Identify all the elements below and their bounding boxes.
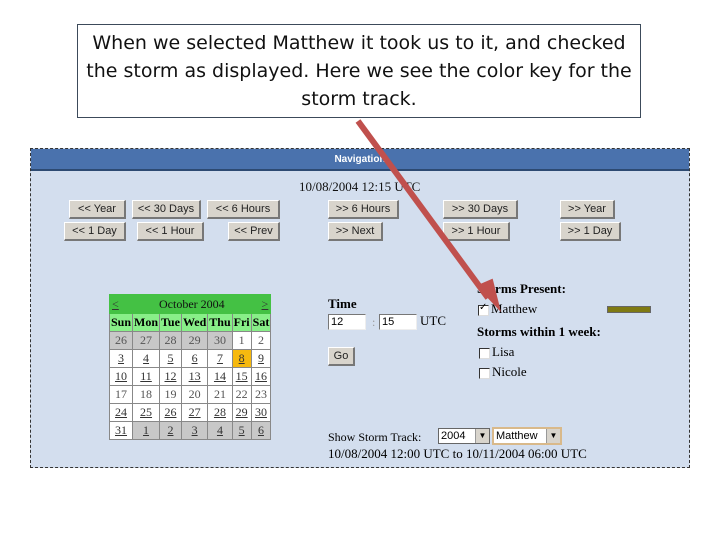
storm-matthew-checkbox[interactable]: ✓	[478, 302, 489, 316]
calendar-day[interactable]: 31	[108, 421, 134, 440]
calendar-prev-month[interactable]: <	[108, 294, 134, 314]
calendar-week: 3456789	[108, 349, 272, 368]
prev-6-hours-button[interactable]: << 6 Hours	[207, 200, 280, 219]
calendar-day[interactable]: 28	[159, 331, 182, 350]
calendar-day[interactable]: 3	[180, 421, 209, 440]
weekday-header: Mon	[132, 313, 161, 332]
weekday-header: Wed	[180, 313, 209, 332]
calendar-day[interactable]: 22	[231, 385, 252, 404]
navigation-header: Navigation	[31, 149, 689, 171]
calendar-day[interactable]: 20	[180, 385, 209, 404]
calendar-day[interactable]: 30	[250, 403, 272, 422]
year-select[interactable]: 2004 ▼	[438, 428, 490, 444]
prev-1-day-button[interactable]: << 1 Day	[64, 222, 126, 241]
calendar: < October 2004 > Sun Mon Tue Wed Thu Fri…	[108, 294, 272, 440]
calendar-day[interactable]: 8	[231, 349, 252, 368]
calendar-day[interactable]: 24	[108, 403, 134, 422]
calendar-day[interactable]: 19	[159, 385, 182, 404]
calendar-day[interactable]: 12	[159, 367, 182, 386]
next-year-button[interactable]: >> Year	[560, 200, 615, 219]
calendar-day[interactable]: 21	[207, 385, 233, 404]
calendar-week: 31 1 2 3 4 5 6	[108, 421, 272, 440]
calendar-day[interactable]: 9	[250, 349, 272, 368]
calendar-day[interactable]: 6	[250, 421, 272, 440]
hour-input[interactable]: 12	[328, 314, 366, 330]
calendar-day[interactable]: 5	[231, 421, 252, 440]
next-button[interactable]: >> Next	[328, 222, 383, 241]
storm-nicole[interactable]: Nicole	[479, 364, 527, 380]
show-storm-track-label: Show Storm Track:	[328, 430, 422, 444]
dropdown-arrow-icon: ▼	[475, 429, 489, 443]
calendar-next-month[interactable]: >	[250, 294, 272, 314]
dropdown-arrow-icon: ▼	[546, 429, 560, 443]
calendar-week: 10 11 12 13 14 15 16	[108, 367, 272, 386]
storm-nicole-checkbox[interactable]	[479, 367, 490, 379]
annotation-callout: When we selected Matthew it took us to i…	[77, 24, 641, 118]
calendar-day[interactable]: 15	[231, 367, 252, 386]
prev-1-hour-button[interactable]: << 1 Hour	[137, 222, 204, 241]
weekday-header: Sun	[108, 313, 134, 332]
next-6-hours-button[interactable]: >> 6 Hours	[328, 200, 399, 219]
calendar-day[interactable]: 27	[180, 403, 209, 422]
next-1-day-button[interactable]: >> 1 Day	[560, 222, 621, 241]
storm-lisa-checkbox[interactable]	[479, 347, 490, 359]
go-button[interactable]: Go	[328, 347, 355, 366]
calendar-day[interactable]: 13	[180, 367, 209, 386]
calendar-day[interactable]: 16	[250, 367, 272, 386]
storm-matthew[interactable]: ✓ Matthew	[478, 301, 537, 317]
next-1-hour-button[interactable]: >> 1 Hour	[443, 222, 510, 241]
weekday-header: Tue	[159, 313, 182, 332]
minute-input[interactable]: 15	[379, 314, 417, 330]
weekday-header: Thu	[207, 313, 233, 332]
calendar-day[interactable]: 3	[108, 349, 134, 368]
calendar-month-title: October 2004	[132, 294, 252, 314]
storm-select[interactable]: Matthew ▼	[492, 427, 562, 445]
calendar-day[interactable]: 25	[132, 403, 161, 422]
current-datetime: 10/08/2004 12:15 UTC	[299, 179, 421, 194]
prev-year-button[interactable]: << Year	[69, 200, 126, 219]
calendar-day[interactable]: 11	[132, 367, 161, 386]
calendar-day[interactable]: 7	[207, 349, 233, 368]
calendar-day[interactable]: 6	[180, 349, 209, 368]
calendar-day[interactable]: 29	[180, 331, 209, 350]
calendar-day[interactable]: 29	[231, 403, 252, 422]
storm-lisa[interactable]: Lisa	[479, 344, 514, 360]
matthew-track-color-key	[607, 306, 651, 313]
calendar-week: 26 27 28 29 30 1 2	[108, 331, 272, 350]
utc-label: UTC	[420, 313, 446, 328]
storms-within-week-heading: Storms within 1 week:	[477, 324, 601, 339]
time-label: Time	[328, 296, 357, 311]
calendar-day[interactable]: 30	[207, 331, 233, 350]
calendar-day[interactable]: 1	[132, 421, 161, 440]
prev-button[interactable]: << Prev	[228, 222, 280, 241]
next-30-days-button[interactable]: >> 30 Days	[443, 200, 518, 219]
calendar-week: 24 25 26 27 28 29 30	[108, 403, 272, 422]
calendar-day[interactable]: 14	[207, 367, 233, 386]
storms-present-heading: Storms Present:	[477, 281, 566, 296]
navigation-panel: Navigation 10/08/2004 12:15 UTC << Year …	[30, 148, 690, 468]
calendar-day[interactable]: 26	[159, 403, 182, 422]
calendar-day[interactable]: 1	[231, 331, 252, 350]
calendar-day[interactable]: 5	[159, 349, 182, 368]
track-date-range: 10/08/2004 12:00 UTC to 10/11/2004 06:00…	[328, 446, 587, 461]
calendar-day[interactable]: 10	[108, 367, 134, 386]
calendar-day[interactable]: 28	[207, 403, 233, 422]
weekday-header: Sat	[250, 313, 272, 332]
calendar-day[interactable]: 18	[132, 385, 161, 404]
calendar-day[interactable]: 27	[132, 331, 161, 350]
calendar-day[interactable]: 23	[250, 385, 272, 404]
calendar-week: 17 18 19 20 21 22 23	[108, 385, 272, 404]
calendar-day[interactable]: 2	[250, 331, 272, 350]
calendar-day[interactable]: 4	[207, 421, 233, 440]
prev-30-days-button[interactable]: << 30 Days	[132, 200, 201, 219]
calendar-day[interactable]: 4	[132, 349, 161, 368]
weekday-header: Fri	[231, 313, 252, 332]
time-separator: :	[372, 315, 376, 329]
calendar-day[interactable]: 2	[159, 421, 182, 440]
calendar-day[interactable]: 17	[108, 385, 134, 404]
calendar-day[interactable]: 26	[108, 331, 134, 350]
